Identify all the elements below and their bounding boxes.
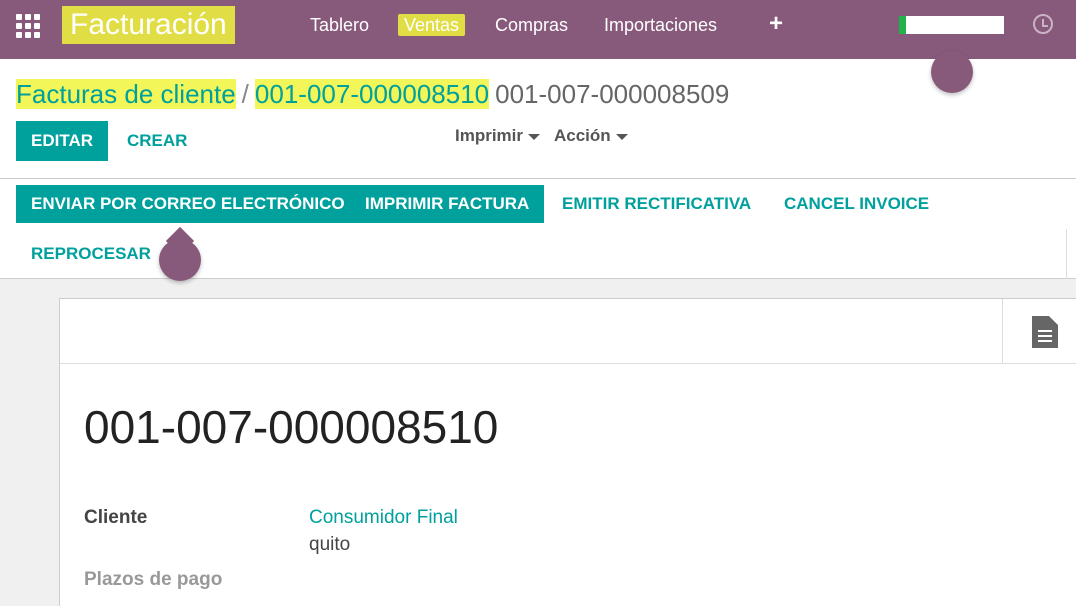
apps-grid-icon[interactable] xyxy=(16,14,44,38)
customer-city: quito xyxy=(309,534,351,555)
breadcrumb: Facturas de cliente/001-007-000008510 001… xyxy=(16,78,729,110)
invoice-number-title: 001-007-000008510 xyxy=(84,401,499,453)
form-sheet: 001-007-000008510 Cliente Consumidor Fin… xyxy=(59,298,1076,606)
print-dropdown-label: Imprimir xyxy=(455,126,524,145)
click-marker xyxy=(931,51,973,93)
clock-icon[interactable] xyxy=(1033,14,1053,34)
customer-link[interactable]: Consumidor Final xyxy=(309,507,458,529)
customer-label: Cliente xyxy=(84,507,148,528)
app-title: Facturación xyxy=(62,6,235,44)
action-dropdown[interactable]: Acción xyxy=(554,126,628,146)
print-invoice-button[interactable]: IMPRIMIR FACTURA xyxy=(350,185,545,223)
user-menu[interactable] xyxy=(899,16,1004,34)
caret-down-icon xyxy=(615,133,628,140)
create-button[interactable]: CREAR xyxy=(112,121,202,161)
caret-down-icon xyxy=(528,133,541,140)
menu-importaciones[interactable]: Importaciones xyxy=(604,14,717,36)
divider xyxy=(1066,229,1067,279)
reprocess-button[interactable]: REPROCESAR xyxy=(16,235,166,273)
control-panel: Facturas de cliente/001-007-000008510 001… xyxy=(0,59,1076,179)
breadcrumb-current: 001-007-000008509 xyxy=(495,79,730,109)
menu-ventas[interactable]: Ventas xyxy=(398,14,466,36)
payment-terms-label: Plazos de pago xyxy=(84,569,223,590)
edit-button[interactable]: EDITAR xyxy=(16,121,109,161)
plus-icon[interactable]: + xyxy=(769,12,783,36)
print-dropdown[interactable]: Imprimir xyxy=(455,126,541,146)
action-dropdown-label: Acción xyxy=(554,126,611,145)
document-icon[interactable] xyxy=(1032,316,1058,348)
breadcrumb-parent[interactable]: Facturas de cliente xyxy=(16,79,236,109)
menu-tablero[interactable]: Tablero xyxy=(310,14,369,36)
top-navbar: Facturación Tablero Ventas Compras Impor… xyxy=(0,0,1076,59)
divider xyxy=(1002,299,1003,364)
credit-note-button[interactable]: EMITIR RECTIFICATIVA xyxy=(547,185,766,223)
send-email-button[interactable]: ENVIAR POR CORREO ELECTRÓNICO xyxy=(16,185,360,223)
click-marker xyxy=(159,239,201,281)
cancel-invoice-button[interactable]: CANCEL INVOICE xyxy=(769,185,944,223)
menu-compras[interactable]: Compras xyxy=(495,14,568,36)
sheet-header xyxy=(60,299,1076,364)
app-title-text: Facturación xyxy=(70,8,227,41)
breadcrumb-separator: / xyxy=(241,79,249,109)
breadcrumb-link[interactable]: 001-007-000008510 xyxy=(254,79,490,109)
